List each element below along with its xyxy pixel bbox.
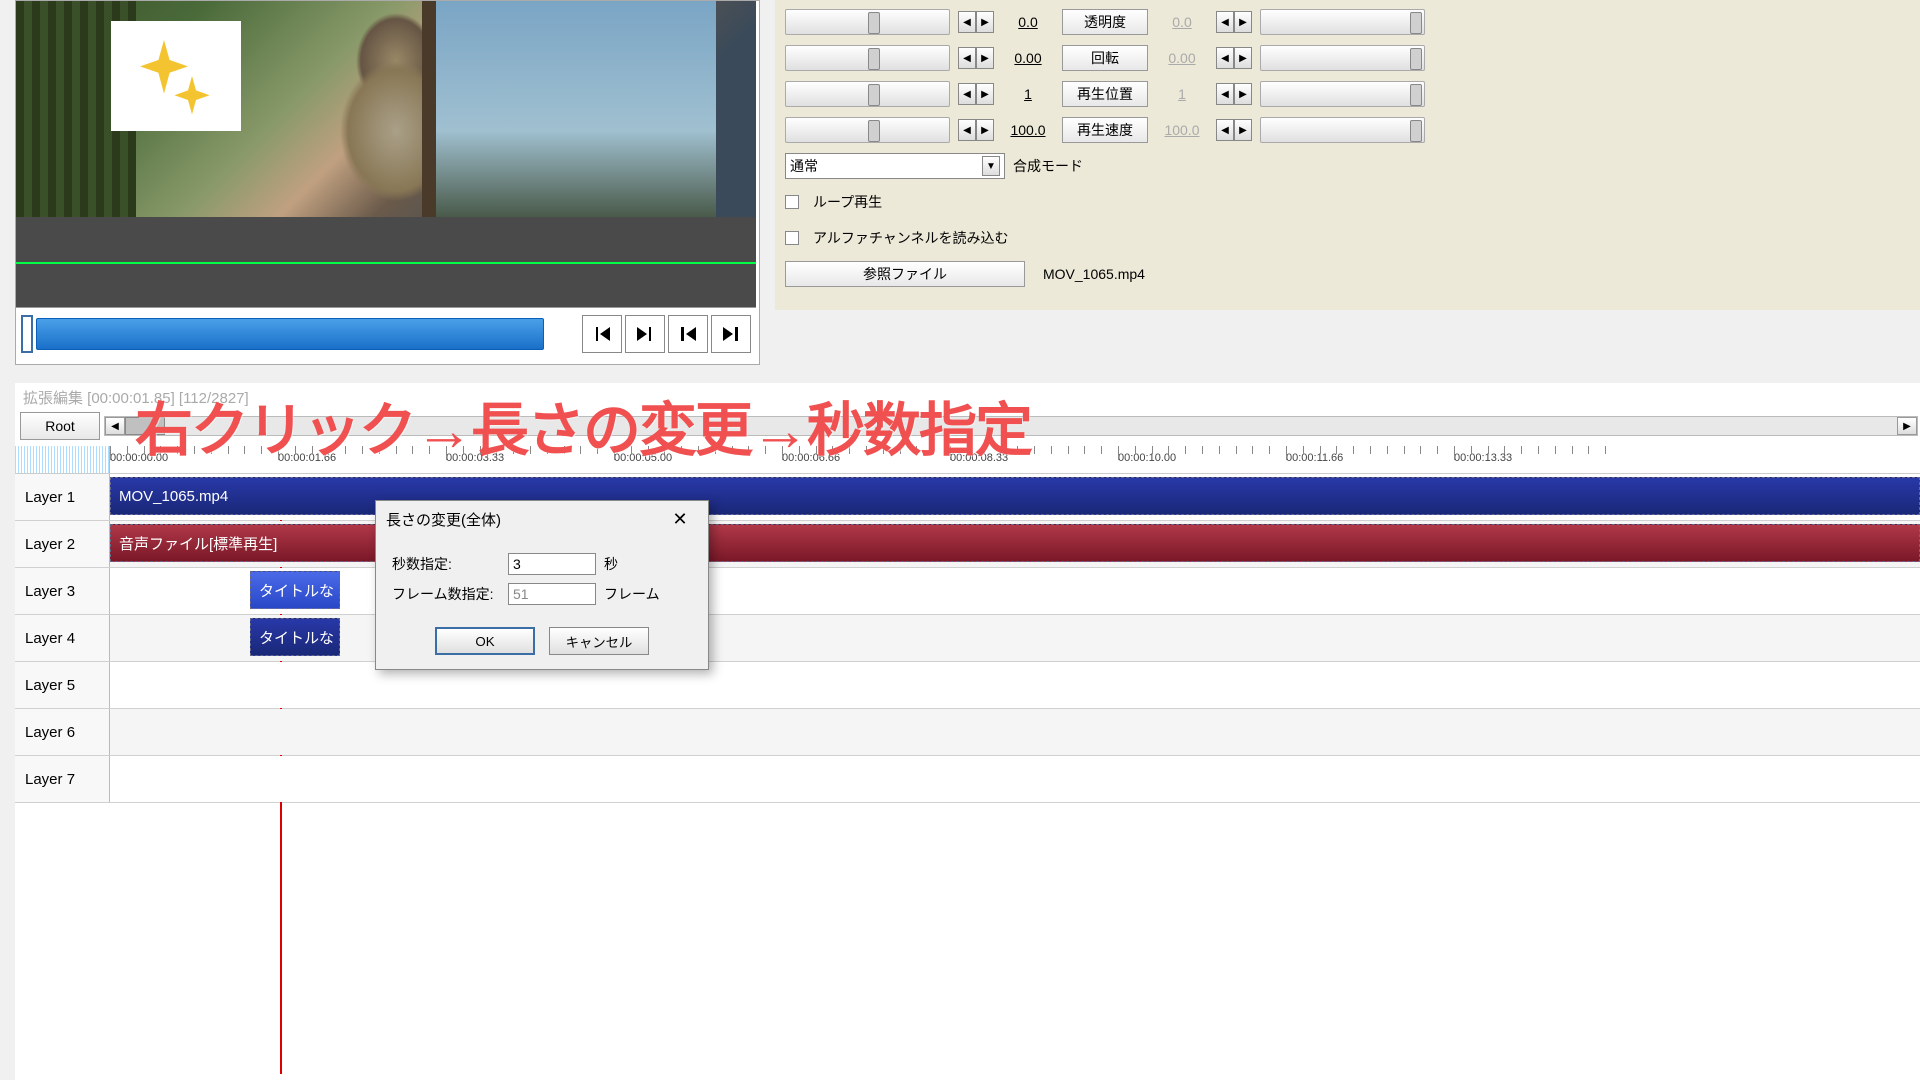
param-value-right[interactable]: 0.0 bbox=[1156, 14, 1208, 30]
ruler-timestamp: 00:00:11.66 bbox=[1286, 452, 1343, 464]
layer-label[interactable]: Layer 2 bbox=[15, 521, 110, 567]
dialog-titlebar[interactable]: 長さの変更(全体) ✕ bbox=[376, 501, 708, 537]
audio-waveform bbox=[16, 217, 756, 307]
nudge-right-icon[interactable]: ▶ bbox=[976, 83, 994, 105]
close-icon: ✕ bbox=[672, 509, 687, 530]
chevron-down-icon[interactable]: ▼ bbox=[982, 156, 1000, 176]
seconds-input[interactable] bbox=[508, 553, 596, 575]
scroll-right-icon[interactable]: ▶ bbox=[1897, 417, 1917, 435]
video-subject bbox=[296, 11, 496, 211]
layer-label[interactable]: Layer 4 bbox=[15, 615, 110, 661]
nudge-left-icon[interactable]: ◀ bbox=[1216, 119, 1234, 141]
nudge-right-icon[interactable]: ▶ bbox=[1234, 83, 1252, 105]
dialog-title: 長さの変更(全体) bbox=[386, 509, 501, 530]
transport-bar bbox=[16, 307, 756, 359]
sparkle-icon bbox=[136, 36, 216, 116]
reference-file-name: MOV_1065.mp4 bbox=[1043, 266, 1145, 282]
waveform-line bbox=[16, 262, 756, 264]
layer-label[interactable]: Layer 7 bbox=[15, 756, 110, 802]
to-end-button[interactable] bbox=[711, 315, 751, 353]
track[interactable] bbox=[110, 709, 1920, 755]
param-value-left[interactable]: 1 bbox=[1002, 86, 1054, 102]
reference-file-button[interactable]: 参照ファイル bbox=[785, 261, 1025, 287]
cancel-button[interactable]: キャンセル bbox=[549, 627, 649, 655]
blend-mode-value: 通常 bbox=[790, 156, 818, 176]
param-slider-right[interactable] bbox=[1260, 45, 1425, 71]
nudge-right-icon[interactable]: ▶ bbox=[976, 119, 994, 141]
frames-input[interactable] bbox=[508, 583, 596, 605]
layer-label[interactable]: Layer 5 bbox=[15, 662, 110, 708]
annotation-text: 右クリック→長さの変更→秒数指定 bbox=[135, 383, 1031, 467]
frames-unit: フレーム bbox=[604, 584, 660, 604]
video-preview bbox=[16, 1, 756, 217]
param-label[interactable]: 透明度 bbox=[1062, 9, 1148, 35]
parameter-panel: ◀▶ 0.0 透明度 0.0 ◀▶ ◀▶ 0.00 回転 0.00 ◀▶ ◀▶ … bbox=[775, 0, 1920, 310]
nudge-left-icon[interactable]: ◀ bbox=[958, 11, 976, 33]
nudge-right-icon[interactable]: ▶ bbox=[1234, 47, 1252, 69]
nudge-left-icon[interactable]: ◀ bbox=[1216, 47, 1234, 69]
param-value-left[interactable]: 0.00 bbox=[1002, 50, 1054, 66]
param-label[interactable]: 回転 bbox=[1062, 45, 1148, 71]
blend-mode-label: 合成モード bbox=[1013, 156, 1083, 176]
seek-handle[interactable] bbox=[21, 315, 33, 353]
loop-checkbox[interactable] bbox=[785, 195, 799, 209]
param-value-right[interactable]: 100.0 bbox=[1156, 122, 1208, 138]
nudge-left-icon[interactable]: ◀ bbox=[1216, 11, 1234, 33]
param-slider-right[interactable] bbox=[1260, 117, 1425, 143]
nudge-right-icon[interactable]: ▶ bbox=[1234, 11, 1252, 33]
seek-bar[interactable] bbox=[36, 318, 544, 350]
param-value-left[interactable]: 100.0 bbox=[1002, 122, 1054, 138]
track[interactable] bbox=[110, 756, 1920, 802]
text-clip[interactable]: タイトルな bbox=[250, 571, 340, 609]
ruler-head bbox=[15, 446, 110, 473]
layer-label[interactable]: Layer 3 bbox=[15, 568, 110, 614]
param-label[interactable]: 再生速度 bbox=[1062, 117, 1148, 143]
to-start-button[interactable] bbox=[668, 315, 708, 353]
layer-label[interactable]: Layer 6 bbox=[15, 709, 110, 755]
param-value-right[interactable]: 1 bbox=[1156, 86, 1208, 102]
text-clip[interactable]: タイトルな bbox=[250, 618, 340, 656]
param-slider-left[interactable] bbox=[785, 117, 950, 143]
nudge-left-icon[interactable]: ◀ bbox=[958, 47, 976, 69]
change-length-dialog: 長さの変更(全体) ✕ 秒数指定: 秒 フレーム数指定: フレーム OK キャンセル bbox=[375, 500, 709, 670]
timeline-panel: 拡張編集 [00:00:01.85] [112/2827] Root ◀ ▶ 0… bbox=[15, 383, 1920, 1080]
nudge-left-icon[interactable]: ◀ bbox=[1216, 83, 1234, 105]
sparkle-overlay bbox=[111, 21, 241, 131]
nudge-right-icon[interactable]: ▶ bbox=[1234, 119, 1252, 141]
close-button[interactable]: ✕ bbox=[662, 504, 698, 534]
param-value-right[interactable]: 0.00 bbox=[1156, 50, 1208, 66]
alpha-label: アルファチャンネルを読み込む bbox=[813, 228, 1008, 248]
next-frame-button[interactable] bbox=[625, 315, 665, 353]
layer-label[interactable]: Layer 1 bbox=[15, 474, 110, 520]
prev-frame-button[interactable] bbox=[582, 315, 622, 353]
param-slider-left[interactable] bbox=[785, 45, 950, 71]
ok-button[interactable]: OK bbox=[435, 627, 535, 655]
scroll-left-icon[interactable]: ◀ bbox=[105, 417, 125, 435]
seconds-label: 秒数指定: bbox=[392, 554, 500, 574]
param-value-left[interactable]: 0.0 bbox=[1002, 14, 1054, 30]
param-slider-left[interactable] bbox=[785, 9, 950, 35]
nudge-right-icon[interactable]: ▶ bbox=[976, 11, 994, 33]
loop-label: ループ再生 bbox=[813, 192, 882, 212]
param-slider-right[interactable] bbox=[1260, 9, 1425, 35]
param-label[interactable]: 再生位置 bbox=[1062, 81, 1148, 107]
alpha-checkbox[interactable] bbox=[785, 231, 799, 245]
root-button[interactable]: Root bbox=[20, 412, 100, 440]
timeline-tracks: Layer 1MOV_1065.mp4 Layer 2音声ファイル[標準再生] … bbox=[15, 474, 1920, 803]
blend-mode-select[interactable]: 通常 ▼ bbox=[785, 153, 1005, 179]
nudge-left-icon[interactable]: ◀ bbox=[958, 119, 976, 141]
frames-label: フレーム数指定: bbox=[392, 584, 500, 604]
nudge-left-icon[interactable]: ◀ bbox=[958, 83, 976, 105]
nudge-right-icon[interactable]: ▶ bbox=[976, 47, 994, 69]
preview-panel bbox=[15, 0, 760, 365]
param-slider-left[interactable] bbox=[785, 81, 950, 107]
seconds-unit: 秒 bbox=[604, 554, 618, 574]
param-slider-right[interactable] bbox=[1260, 81, 1425, 107]
